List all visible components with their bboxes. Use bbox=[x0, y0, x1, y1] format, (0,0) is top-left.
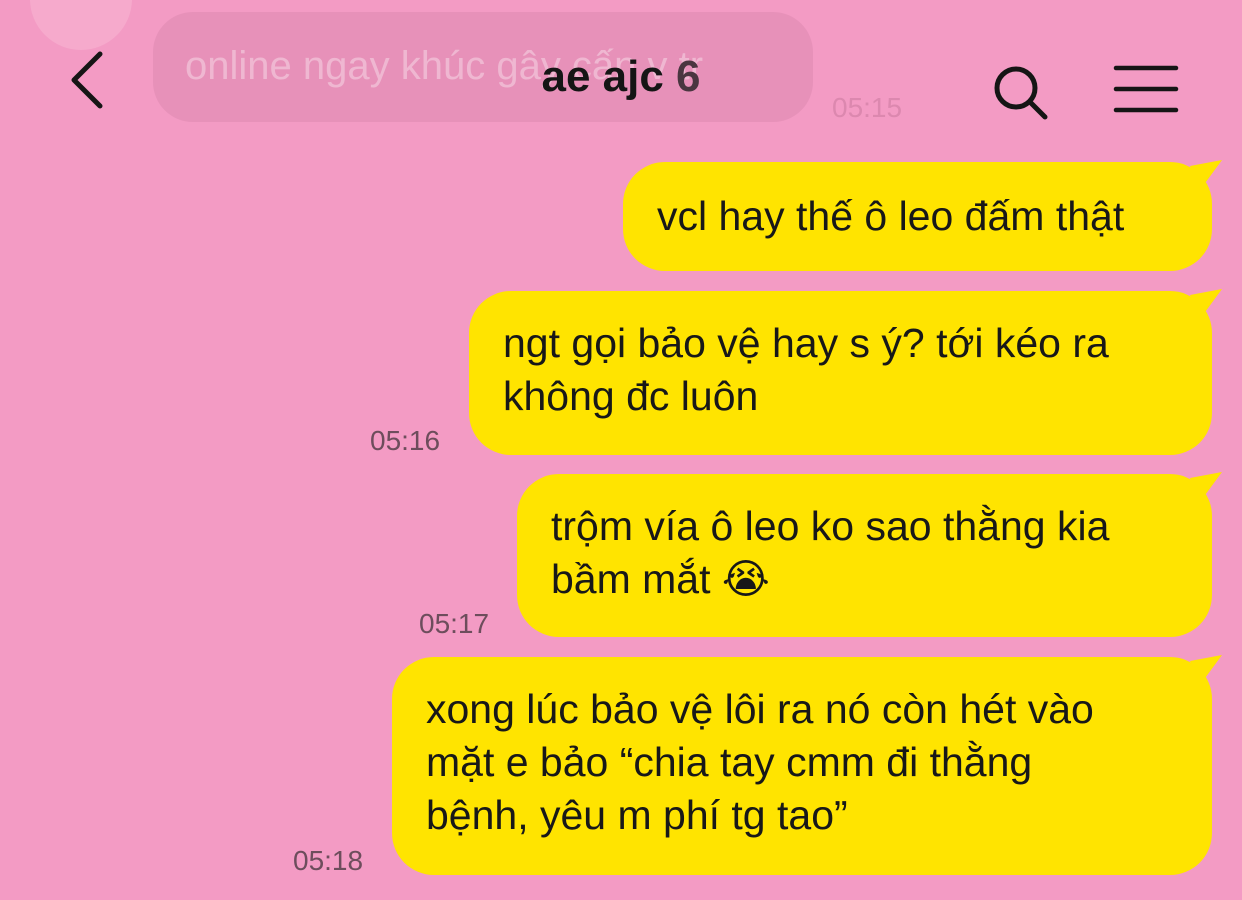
message-time: 05:18 bbox=[293, 845, 364, 876]
message-text: trộm vía ô leo ko sao thằng kia bầm mắt … bbox=[551, 503, 1110, 602]
hamburger-menu-icon bbox=[1113, 65, 1179, 113]
menu-button[interactable] bbox=[1112, 62, 1180, 116]
message-time: 05:17 bbox=[419, 608, 490, 639]
message-text: vcl hay thế ô leo đấm thật bbox=[657, 193, 1125, 239]
bubble-tail bbox=[1190, 160, 1222, 190]
bubble-tail bbox=[1190, 289, 1222, 319]
chat-title: ae ajc 6 bbox=[0, 52, 1242, 102]
search-button[interactable] bbox=[990, 62, 1050, 122]
message-text: ngt gọi bảo vệ hay s ý? tới kéo ra không… bbox=[503, 320, 1109, 419]
bubble-tail bbox=[1190, 655, 1222, 685]
message-text: xong lúc bảo vệ lôi ra nó còn hét vào mặ… bbox=[426, 686, 1094, 838]
message-bubble[interactable]: trộm vía ô leo ko sao thằng kia bầm mắt … bbox=[517, 472, 1222, 637]
chat-name: ae ajc bbox=[541, 52, 664, 101]
message-bubble[interactable]: ngt gọi bảo vệ hay s ý? tới kéo ra không… bbox=[469, 289, 1222, 455]
message-bubble[interactable]: xong lúc bảo vệ lôi ra nó còn hét vào mặ… bbox=[392, 655, 1222, 875]
search-icon bbox=[994, 66, 1048, 120]
bubble-tail bbox=[1190, 472, 1222, 502]
avatar[interactable] bbox=[30, 0, 132, 50]
message-bubble[interactable]: vcl hay thế ô leo đấm thật bbox=[623, 160, 1222, 271]
message-time: 05:16 bbox=[370, 425, 441, 456]
member-count: 6 bbox=[676, 52, 701, 101]
